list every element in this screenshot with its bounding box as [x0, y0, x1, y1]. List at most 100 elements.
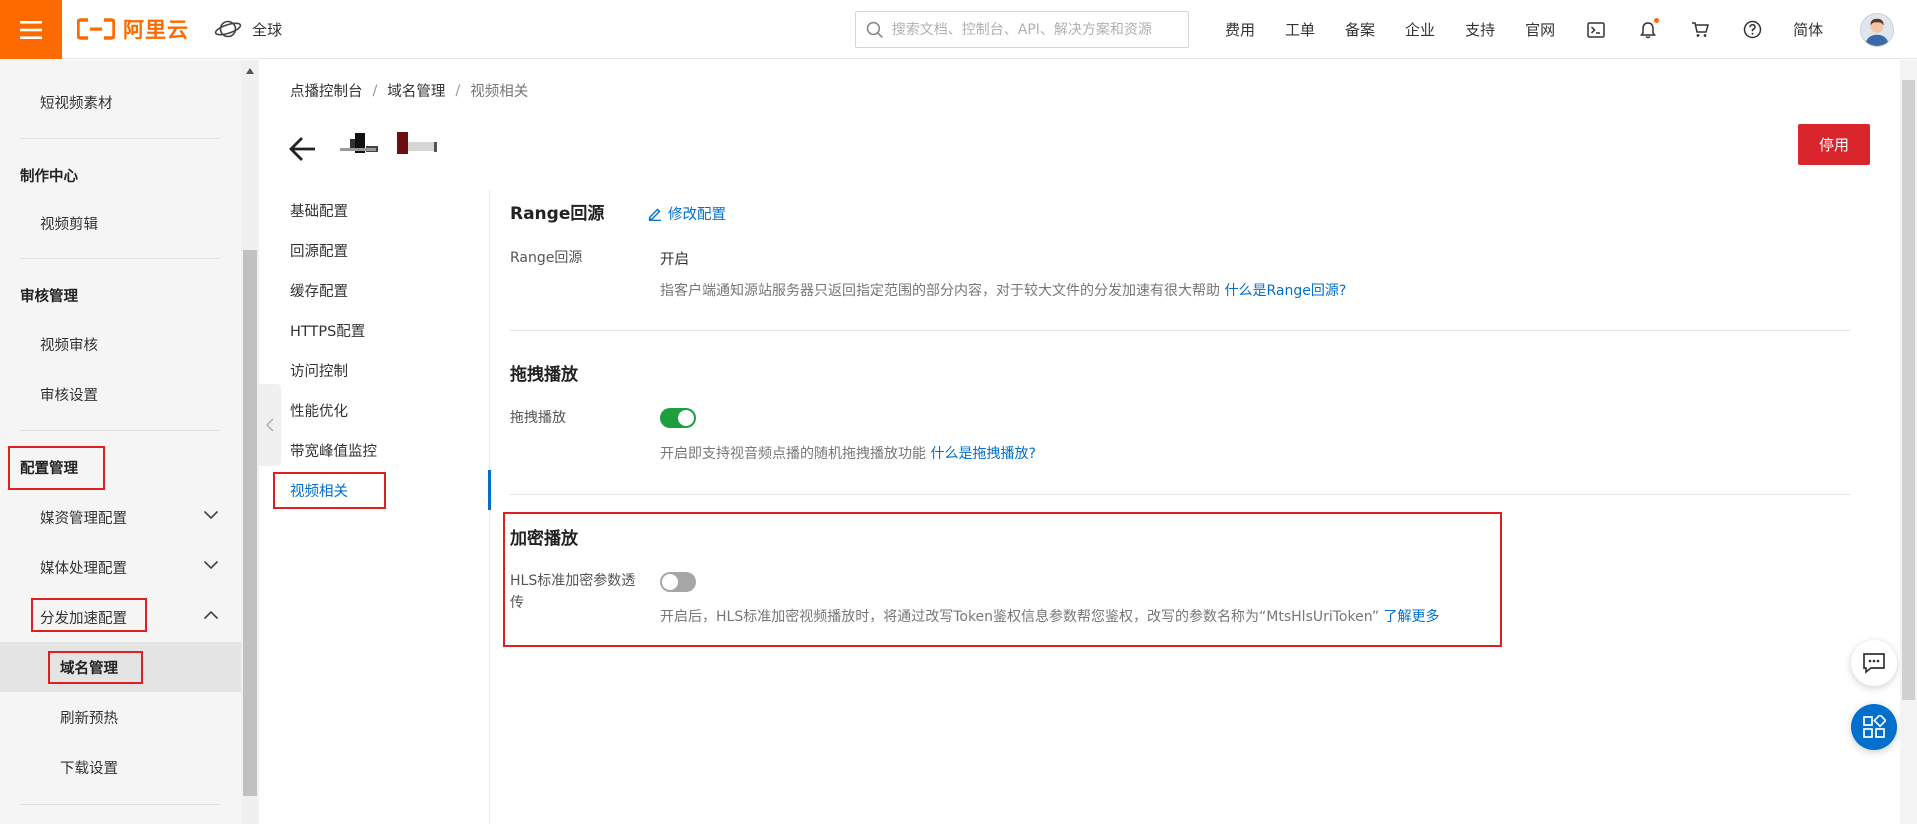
breadcrumb-item-current: 视频相关: [470, 84, 529, 100]
toggle-knob: [678, 410, 694, 426]
sidebar-item-label: 分发加速配置: [40, 610, 127, 627]
breadcrumb: 点播控制台 / 域名管理 / 视频相关: [290, 80, 528, 101]
top-nav: 费用 工单 备案 企业 支持 官网 简体: [1210, 0, 1895, 59]
apps-grid-icon: [1863, 715, 1886, 738]
apps-float-button[interactable]: [1851, 704, 1897, 750]
nav-support[interactable]: 支持: [1450, 19, 1510, 40]
section-divider: [510, 494, 1850, 495]
drag-playback-desc: 开启即支持视音频点播的随机拖拽播放功能 什么是拖拽播放?: [660, 443, 1036, 463]
hls-encrypt-learn-more-link[interactable]: 了解更多: [1384, 609, 1440, 625]
globe-icon: [214, 20, 242, 38]
hamburger-menu-button[interactable]: [0, 0, 62, 59]
breadcrumb-separator: /: [455, 82, 461, 99]
hls-encrypt-label-line1: HLS标准加密参数透: [510, 573, 636, 589]
sidebar-item-media-process[interactable]: 媒体处理配置: [0, 542, 241, 592]
chat-float-button[interactable]: [1851, 640, 1897, 686]
breadcrumb-item-vod-console[interactable]: 点播控制台: [290, 80, 363, 101]
sidebar: 短视频素材 制作中心 视频剪辑 审核管理 视频审核 审核设置 配置管理 媒资管理…: [0, 60, 241, 824]
chat-icon: [1863, 653, 1885, 674]
disable-domain-button[interactable]: 停用: [1798, 124, 1870, 165]
sidebar-divider: [20, 430, 219, 431]
redacted-domain-graphic: [340, 132, 437, 154]
nav-enterprise[interactable]: 企业: [1390, 19, 1450, 40]
scroll-up-arrow-icon[interactable]: [246, 68, 254, 74]
nav-official-site[interactable]: 官网: [1510, 19, 1570, 40]
chevron-up-icon: [203, 610, 219, 620]
language-switch[interactable]: 简体: [1778, 19, 1838, 40]
sidebar-scrollbar-thumb[interactable]: [243, 250, 257, 796]
hamburger-icon: [20, 20, 42, 39]
nav-icp[interactable]: 备案: [1330, 19, 1390, 40]
toggle-knob: [662, 574, 678, 590]
cart-button[interactable]: [1674, 0, 1726, 59]
sidebar-item-label: 短视频素材: [40, 95, 113, 112]
help-button[interactable]: [1726, 0, 1778, 59]
region-label: 全球: [252, 20, 283, 39]
subnav-video-related[interactable]: 视频相关: [290, 470, 490, 510]
chevron-left-icon: [266, 418, 274, 432]
sidebar-item-cdn-config[interactable]: 分发加速配置: [0, 592, 241, 642]
chevron-down-icon: [203, 560, 219, 570]
sidebar-item-video-edit[interactable]: 视频剪辑: [0, 198, 241, 248]
sidebar-group-production: 制作中心: [20, 168, 78, 185]
sidebar-item-label: 下载设置: [60, 760, 118, 777]
subnav-cache-config[interactable]: 缓存配置: [290, 270, 490, 310]
sidebar-item-label: 视频审核: [40, 337, 98, 354]
subnav-performance[interactable]: 性能优化: [290, 390, 490, 430]
drag-playback-help-link[interactable]: 什么是拖拽播放?: [930, 446, 1035, 462]
top-bar: 阿里云 全球 费用 工单 备案 企业 支持 官网: [0, 0, 1917, 59]
subnav-https-config[interactable]: HTTPS配置: [290, 310, 490, 350]
back-arrow-icon[interactable]: [288, 134, 318, 164]
hls-encrypt-toggle[interactable]: [660, 572, 696, 592]
drag-playback-toggle[interactable]: [660, 408, 696, 428]
sidebar-item-review-settings[interactable]: 审核设置: [0, 369, 241, 419]
drag-section-title: 拖拽播放: [510, 365, 578, 385]
sidebar-divider: [20, 138, 219, 139]
sidebar-item-refresh[interactable]: 刷新预热: [0, 692, 241, 742]
sidebar-item-video-review[interactable]: 视频审核: [0, 319, 241, 369]
range-origin-help-link[interactable]: 什么是Range回源?: [1224, 283, 1346, 299]
sidebar-item-label: 媒体处理配置: [40, 560, 127, 577]
page-scrollbar-thumb[interactable]: [1902, 80, 1915, 700]
sidebar-item-download[interactable]: 下载设置: [0, 742, 241, 792]
sidebar-collapse-button[interactable]: [259, 384, 281, 466]
range-origin-value: 开启: [660, 252, 689, 268]
sidebar-scrollbar[interactable]: [241, 60, 259, 824]
sidebar-item-short-video[interactable]: 短视频素材: [0, 77, 241, 127]
hls-encrypt-desc-text: 开启后，HLS标准加密视频播放时，将通过改写Token鉴权信息参数帮您鉴权，改写…: [660, 609, 1380, 625]
breadcrumb-item-domain[interactable]: 域名管理: [387, 80, 445, 101]
chevron-down-icon: [203, 510, 219, 520]
notifications-button[interactable]: [1622, 0, 1674, 59]
aliyun-logo[interactable]: 阿里云: [77, 14, 189, 44]
sidebar-item-domain[interactable]: 域名管理: [0, 642, 241, 692]
bell-icon: [1640, 21, 1657, 38]
terminal-icon: [1587, 21, 1605, 38]
domain-name-redacted: [334, 128, 464, 162]
search-icon: [866, 21, 883, 38]
nav-tickets[interactable]: 工单: [1270, 19, 1330, 40]
range-origin-desc: 指客户端通知源站服务器只返回指定范围的部分内容，对于较大文件的分发加速有很大帮助…: [660, 280, 1346, 300]
edit-config-link[interactable]: 修改配置: [648, 203, 726, 224]
subnav-bandwidth-monitor[interactable]: 带宽峰值监控: [290, 430, 490, 470]
search-input[interactable]: [891, 21, 1178, 38]
cart-icon: [1692, 22, 1710, 37]
sidebar-item-label: 域名管理: [60, 660, 118, 677]
hls-encrypt-desc: 开启后，HLS标准加密视频播放时，将通过改写Token鉴权信息参数帮您鉴权，改写…: [660, 606, 1440, 626]
sidebar-item-label: 刷新预热: [60, 710, 118, 727]
drag-playback-label: 拖拽播放: [510, 410, 566, 426]
subnav-access-control[interactable]: 访问控制: [290, 350, 490, 390]
breadcrumb-separator: /: [372, 82, 378, 99]
sidebar-group-review: 审核管理: [20, 288, 78, 305]
subnav-basic-config[interactable]: 基础配置: [290, 190, 490, 230]
nav-billing[interactable]: 费用: [1210, 19, 1270, 40]
region-selector[interactable]: 全球: [214, 15, 282, 43]
sidebar-divider: [20, 804, 219, 805]
global-search[interactable]: [855, 11, 1189, 48]
edit-pencil-icon: [648, 208, 661, 221]
range-origin-label: Range回源: [510, 250, 583, 266]
subnav-origin-config[interactable]: 回源配置: [290, 230, 490, 270]
page-scrollbar[interactable]: [1900, 60, 1917, 824]
user-avatar[interactable]: [1860, 12, 1895, 47]
sidebar-item-media-config[interactable]: 媒资管理配置: [0, 492, 241, 542]
terminal-button[interactable]: [1570, 0, 1622, 59]
